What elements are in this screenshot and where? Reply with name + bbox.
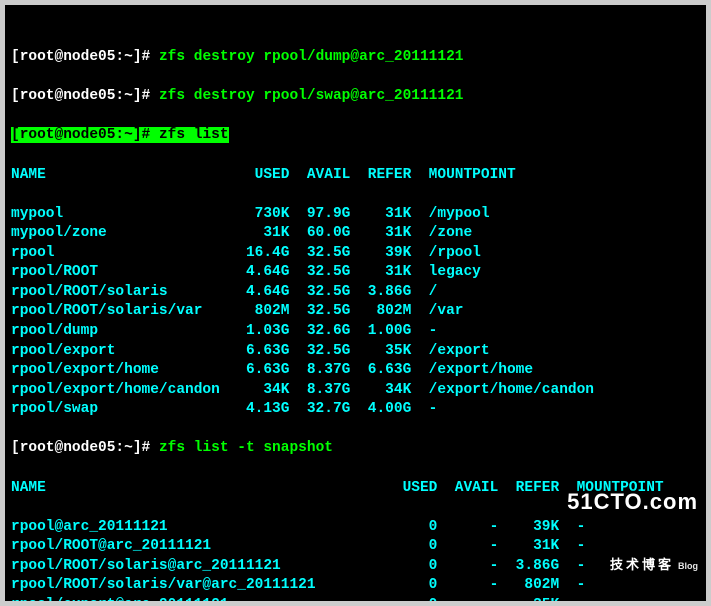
cmd-text: zfs list -t snapshot (159, 440, 333, 456)
zfs-list-row: rpool/swap 4.13G 32.7G 4.00G - (11, 400, 700, 420)
zfs-snap-row: rpool/ROOT/solaris@arc_20111121 0 - 3.86… (11, 557, 700, 577)
zfs-list-row: rpool/export 6.63G 32.5G 35K /export (11, 342, 700, 362)
zfs-list-body: mypool 730K 97.9G 31K /mypoolmypool/zone… (11, 205, 700, 420)
prompt: [root@node05:~]# (11, 49, 150, 65)
zfs-list-row: rpool/export/home/candon 34K 8.37G 34K /… (11, 381, 700, 401)
cmd-line-destroy-dump: [root@node05:~]# zfs destroy rpool/dump@… (11, 48, 700, 68)
zfs-list-row: rpool 16.4G 32.5G 39K /rpool (11, 244, 700, 264)
cmd-line-zfs-list-snap: [root@node05:~]# zfs list -t snapshot (11, 439, 700, 459)
zfs-list-row: mypool/zone 31K 60.0G 31K /zone (11, 224, 700, 244)
zfs-list-row: rpool/ROOT/solaris/var 802M 32.5G 802M /… (11, 302, 700, 322)
zfs-snap-header: NAME USED AVAIL REFER MOUNTPOINT (11, 479, 700, 499)
cmd-text: zfs destroy rpool/swap@arc_20111121 (159, 88, 464, 104)
cmd-text: zfs list (159, 127, 229, 143)
zfs-list-row: rpool/export/home 6.63G 8.37G 6.63G /exp… (11, 361, 700, 381)
zfs-snap-row: rpool/ROOT/solaris/var@arc_20111121 0 - … (11, 576, 700, 596)
zfs-list-row: rpool/dump 1.03G 32.6G 1.00G - (11, 322, 700, 342)
zfs-list-row: rpool/ROOT 4.64G 32.5G 31K legacy (11, 263, 700, 283)
zfs-list-header: NAME USED AVAIL REFER MOUNTPOINT (11, 166, 700, 186)
zfs-snap-body: rpool@arc_20111121 0 - 39K -rpool/ROOT@a… (11, 518, 700, 606)
zfs-list-row: rpool/ROOT/solaris 4.64G 32.5G 3.86G / (11, 283, 700, 303)
zfs-snap-row: rpool/ROOT@arc_20111121 0 - 31K - (11, 537, 700, 557)
zfs-list-row: mypool 730K 97.9G 31K /mypool (11, 205, 700, 225)
zfs-snap-row: rpool/export@arc_20111121 0 - 35K - (11, 596, 700, 606)
prompt: [root@node05:~]# (11, 88, 150, 104)
zfs-snap-row: rpool@arc_20111121 0 - 39K - (11, 518, 700, 538)
prompt: [root@node05:~]# (11, 127, 150, 143)
cmd-text: zfs destroy rpool/dump@arc_20111121 (159, 49, 464, 65)
cmd-line-destroy-swap: [root@node05:~]# zfs destroy rpool/swap@… (11, 87, 700, 107)
cmd-line-zfs-list: [root@node05:~]# zfs list (11, 126, 700, 146)
terminal-window[interactable]: [root@node05:~]# zfs destroy rpool/dump@… (0, 0, 711, 606)
prompt: [root@node05:~]# (11, 440, 150, 456)
